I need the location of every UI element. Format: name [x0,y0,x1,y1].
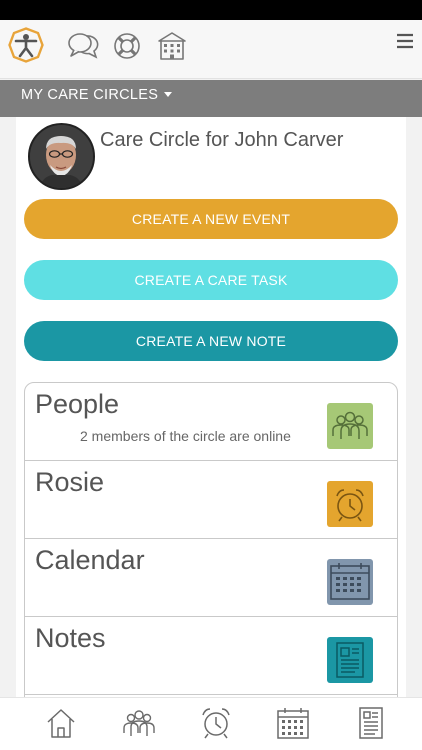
card-calendar[interactable]: Calendar [25,539,397,617]
card-title: Calendar [35,545,145,575]
calendar-icon [327,559,373,605]
people-icon[interactable] [122,706,156,740]
feature-cards: People 2 members of the circle are onlin… [24,382,398,697]
status-bar [0,0,422,20]
accessibility-figure-icon[interactable] [8,27,44,63]
alarm-clock-icon[interactable] [199,706,233,740]
card-subtitle: 2 members of the circle are online [80,428,291,444]
card-title: Notes [35,623,106,653]
hamburger-menu-icon[interactable] [392,28,418,54]
notes-icon [327,637,373,683]
card-title: Rosie [35,467,105,497]
top-bar [0,20,422,79]
bottom-nav [0,697,422,750]
card-people[interactable]: People 2 members of the circle are onlin… [25,383,397,461]
create-new-note-button[interactable]: CREATE A NEW NOTE [24,321,398,361]
circle-title: Care Circle for John Carver [100,129,344,151]
home-icon[interactable] [44,706,78,740]
caret-down-icon [164,91,173,97]
card-notes[interactable]: Notes [25,617,397,695]
my-care-circles-label: MY CARE CIRCLES [21,87,159,103]
people-icon [327,403,373,449]
alarm-clock-icon [327,481,373,527]
life-ring-icon[interactable] [110,29,144,63]
main-content: Care Circle for John Carver CREATE A NEW… [16,117,406,697]
building-icon[interactable] [155,29,189,63]
calendar-icon[interactable] [276,706,310,740]
document-icon[interactable] [354,706,388,740]
avatar[interactable] [28,123,95,190]
create-care-task-button[interactable]: CREATE A CARE TASK [24,260,398,300]
card-title: People [35,389,120,419]
chat-bubbles-icon[interactable] [66,29,100,63]
card-rosie[interactable]: Rosie [25,461,397,539]
create-new-event-button[interactable]: CREATE A NEW EVENT [24,199,398,239]
my-care-circles-dropdown[interactable]: MY CARE CIRCLES [0,80,422,117]
